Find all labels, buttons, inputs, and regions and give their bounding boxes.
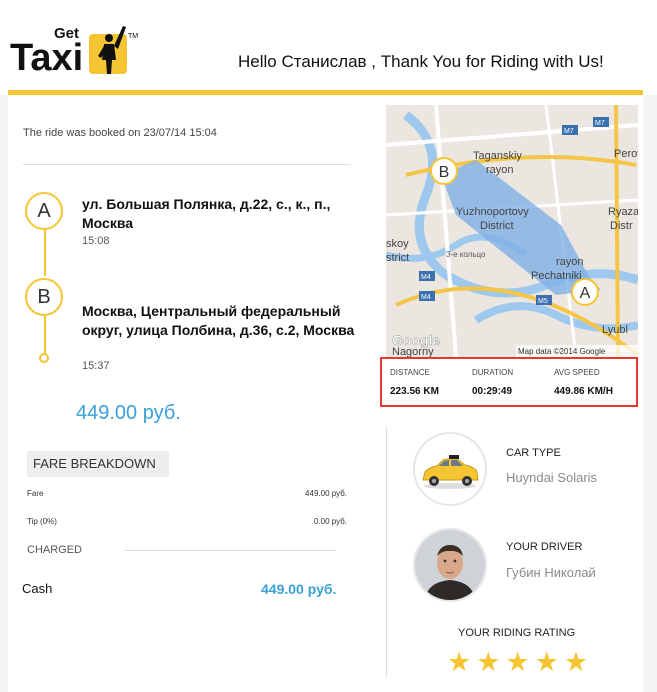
route-map[interactable]: B A Taganskiy rayon Yuzhnoportovy Distri… — [386, 105, 638, 357]
svg-text:M4: M4 — [421, 294, 431, 301]
divider — [23, 164, 351, 165]
gettaxi-logo: Get Taxi TM — [10, 25, 138, 78]
svg-text:M4: M4 — [421, 274, 431, 281]
route-connector — [44, 316, 46, 354]
distance-value: 223.56 KM — [390, 386, 439, 397]
car-type-value: Huyndai Solaris — [506, 470, 598, 485]
star-icon: ★ — [534, 647, 559, 677]
svg-text:Pechatniki: Pechatniki — [531, 270, 582, 282]
column-divider — [386, 427, 387, 677]
taxi-car-icon — [422, 455, 479, 489]
star-icon: ★ — [447, 647, 472, 677]
svg-text:Taganskiy: Taganskiy — [473, 150, 522, 162]
duration-value: 00:29:49 — [472, 386, 513, 397]
greeting-headline: Hello Станислав , Thank You for Riding w… — [238, 52, 604, 71]
driver-photo — [415, 530, 485, 600]
pickup-time: 15:08 — [82, 235, 110, 247]
svg-text:3-е кольцо: 3-е кольцо — [446, 250, 486, 259]
fare-row-value: 449.00 руб. — [305, 489, 347, 498]
divider — [124, 550, 336, 551]
fare-row: Tip (0%) 0.00 руб. — [27, 517, 347, 526]
svg-text:TM: TM — [128, 33, 138, 40]
avg-speed-label: AVG SPEED — [554, 368, 600, 377]
dropoff-time: 15:37 — [82, 360, 110, 372]
car-image — [413, 432, 487, 506]
ride-total-price: 449.00 руб. — [76, 402, 181, 424]
star-icon: ★ — [476, 647, 501, 677]
ride-stats-panel: DISTANCE 223.56 KM DURATION 00:29:49 AVG… — [380, 357, 638, 407]
fare-row-value: 0.00 руб. — [313, 517, 347, 526]
svg-text:rayon: rayon — [486, 164, 514, 176]
charged-label: CHARGED — [27, 544, 83, 556]
svg-text:Perov: Perov — [614, 148, 638, 160]
svg-text:District: District — [480, 220, 514, 232]
map-canvas: B A Taganskiy rayon Yuzhnoportovy Distri… — [386, 105, 638, 357]
fare-row-label: Fare — [27, 489, 44, 498]
distance-label: DISTANCE — [390, 368, 430, 377]
svg-text:rayon: rayon — [556, 256, 584, 268]
dropoff-address: Москва, Центральный федеральный округ, у… — [82, 303, 355, 338]
rating-title: YOUR RIDING RATING — [458, 627, 576, 639]
svg-text:Taxi: Taxi — [10, 37, 83, 78]
fare-row-label: Tip (0%) — [27, 517, 57, 526]
payment-method: Cash — [22, 581, 53, 596]
driver-avatar — [413, 528, 487, 602]
svg-text:Distr: Distr — [610, 220, 633, 232]
fare-row: Fare 449.00 руб. — [27, 489, 347, 498]
pickup-marker: A — [25, 192, 63, 230]
dropoff-marker: B — [25, 278, 63, 316]
svg-text:skoy: skoy — [386, 238, 409, 250]
svg-text:Ryazar: Ryazar — [608, 206, 638, 218]
route-end-dot — [39, 353, 49, 363]
booking-time: The ride was booked on 23/07/14 15:04 — [23, 127, 217, 139]
driver-name: Губин Николай — [506, 565, 596, 580]
svg-text:Lyubl: Lyubl — [602, 324, 628, 336]
email-header: Get Taxi TM Hello Станислав , Thank You … — [0, 0, 657, 95]
star-icon: ★ — [563, 647, 589, 677]
svg-text:strict: strict — [386, 252, 409, 264]
fare-breakdown-title: FARE BREAKDOWN — [27, 451, 169, 477]
avg-speed-value: 449.86 KM/H — [554, 386, 613, 397]
svg-text:M5: M5 — [538, 298, 548, 305]
svg-text:Yuzhnoportovy: Yuzhnoportovy — [456, 206, 529, 218]
svg-text:B: B — [439, 164, 450, 181]
duration-label: DURATION — [472, 368, 514, 377]
car-type-title: CAR TYPE — [506, 447, 561, 459]
svg-text:A: A — [580, 285, 591, 302]
svg-text:M7: M7 — [595, 120, 605, 127]
rating-stars: ★ ★ ★ ★ ★ — [447, 648, 593, 676]
pickup-address: ул. Большая Полянка, д.22, с., к., п., М… — [82, 196, 331, 231]
charged-amount: 449.00 руб. — [261, 581, 337, 597]
route-connector — [44, 228, 46, 276]
svg-text:Map data ©2014 Google: Map data ©2014 Google — [518, 347, 606, 356]
svg-text:M7: M7 — [564, 128, 574, 135]
driver-title: YOUR DRIVER — [506, 541, 583, 553]
star-icon: ★ — [505, 647, 530, 677]
svg-text:Google: Google — [392, 332, 440, 348]
